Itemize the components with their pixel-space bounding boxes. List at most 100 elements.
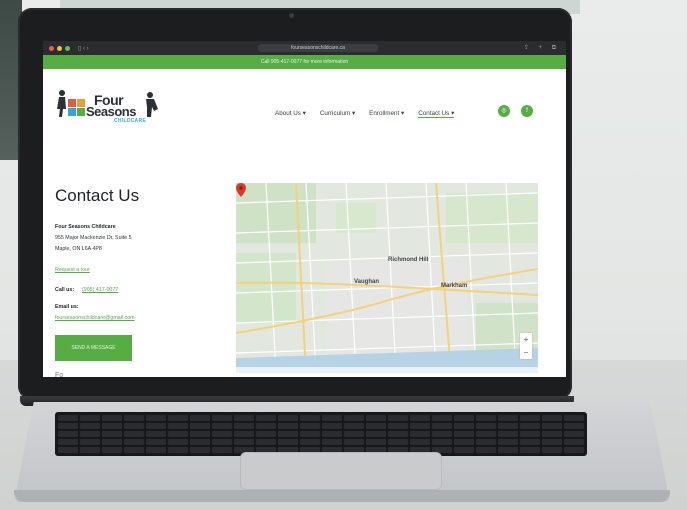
keyboard-key (344, 423, 364, 429)
keyboard-key (432, 431, 452, 437)
keyboard-key (80, 423, 100, 429)
zoom-out-button[interactable]: − (520, 346, 532, 359)
keyboard-key (124, 439, 144, 445)
map-label-richmond-hill: Richmond Hill (388, 257, 429, 263)
map-pin-icon[interactable] (236, 183, 246, 197)
business-name: Four Seasons Childcare (55, 224, 116, 230)
keyboard-key (168, 431, 188, 437)
keyboard-key (80, 431, 100, 437)
site-header: Four Seasons CHILDCARE About Us ▾ Curric… (43, 69, 566, 131)
keyboard-key (168, 423, 188, 429)
laptop-trackpad (240, 452, 442, 490)
keyboard-key (234, 439, 254, 445)
send-message-button[interactable]: SEND A MESSAGE (55, 335, 132, 361)
keyboard-key (102, 415, 122, 421)
main-nav: About Us ▾ Curriculum ▾ Enrollment ▾ Con… (275, 110, 455, 118)
keyboard-key (278, 439, 298, 445)
keyboard-key (212, 439, 232, 445)
keyboard-key (476, 447, 496, 453)
nav-item-about-us[interactable]: About Us ▾ (275, 110, 306, 118)
keyboard-key (542, 439, 562, 445)
map-label-vaughan: Vaughan (354, 279, 380, 285)
sidebar-icon[interactable]: ▯ ‹ › (78, 45, 89, 52)
keyboard-key (564, 423, 584, 429)
keyboard-key (168, 439, 188, 445)
nav-item-enrollment[interactable]: Enrollment ▾ (369, 110, 404, 118)
keyboard-key (388, 423, 408, 429)
logo-text-line2: Seasons (86, 104, 136, 119)
keyboard-key (344, 415, 364, 421)
keyboard-key (190, 447, 210, 453)
keyboard-key (102, 431, 122, 437)
nav-item-contact-us[interactable]: Contact Us ▾ (418, 110, 455, 118)
section-heading-partial: Fo (55, 372, 64, 377)
keyboard-key (476, 439, 496, 445)
keyboard-key (542, 415, 562, 421)
embedded-map[interactable]: Richmond Hill Vaughan Markham + − (236, 183, 538, 373)
address-line-1: 955 Major Mackenzie Dr, Suite 5 (55, 235, 132, 241)
webcam (289, 13, 294, 18)
keyboard-key (190, 439, 210, 445)
keyboard-key (300, 423, 320, 429)
address-bar[interactable]: fourseasonschildcare.ca (258, 44, 378, 52)
logo-subtitle: CHILDCARE (114, 118, 147, 124)
keyboard-key (190, 431, 210, 437)
keyboard-key (146, 431, 166, 437)
zoom-in-button[interactable]: + (520, 333, 532, 346)
instagram-icon[interactable]: ◎ (498, 105, 510, 117)
map-zoom-control[interactable]: + − (520, 333, 532, 359)
keyboard-key (344, 431, 364, 437)
keyboard-key (80, 415, 100, 421)
keyboard-key (278, 415, 298, 421)
keyboard-key (58, 415, 78, 421)
keyboard-key (520, 439, 540, 445)
keyboard-key (300, 439, 320, 445)
maximize-window-button[interactable] (65, 45, 70, 51)
keyboard-key (256, 423, 276, 429)
request-tour-link[interactable]: Request a tour (55, 267, 90, 273)
keyboard-key (212, 447, 232, 453)
keyboard-key (168, 447, 188, 453)
minimize-window-button[interactable] (57, 45, 62, 51)
keyboard-key (366, 415, 386, 421)
browser-actions[interactable]: ⇪ + ⧉ (524, 44, 560, 52)
keyboard-key (454, 431, 474, 437)
keyboard-key (146, 423, 166, 429)
keyboard-key (256, 431, 276, 437)
keyboard-key (256, 415, 276, 421)
keyboard-key (498, 415, 518, 421)
map-canvas (236, 183, 538, 373)
close-window-button[interactable] (49, 45, 54, 51)
keyboard-key (322, 415, 342, 421)
keyboard-key (542, 447, 562, 453)
keyboard-key (322, 423, 342, 429)
keyboard-key (256, 439, 276, 445)
site-logo[interactable]: Four Seasons CHILDCARE (54, 87, 164, 125)
keyboard-key (410, 431, 430, 437)
keyboard-key (564, 439, 584, 445)
keyboard-key (80, 447, 100, 453)
address-line-2: Maple, ON L6A 4P8 (55, 246, 102, 252)
keyboard-key (278, 431, 298, 437)
keyboard-key (212, 431, 232, 437)
email-link[interactable]: fourseasonschildcare@gmail.com (55, 315, 135, 321)
keyboard-key (234, 431, 254, 437)
keyboard-key (498, 439, 518, 445)
keyboard-key (410, 415, 430, 421)
keyboard-key (124, 447, 144, 453)
keyboard-key (234, 415, 254, 421)
keyboard-key (432, 439, 452, 445)
nav-item-curriculum[interactable]: Curriculum ▾ (320, 110, 355, 118)
keyboard-key (344, 439, 364, 445)
keyboard-key (366, 439, 386, 445)
window-controls[interactable] (49, 45, 70, 51)
map-attribution-bar (236, 367, 538, 373)
map-label-markham: Markham (441, 283, 468, 289)
facebook-icon[interactable]: f (521, 105, 533, 117)
keyboard-key (58, 439, 78, 445)
keyboard-key (388, 431, 408, 437)
keyboard-key (498, 423, 518, 429)
laptop-screen: ▯ ‹ › fourseasonschildcare.ca ⇪ + ⧉ Call… (43, 41, 566, 377)
call-label: Call us: (55, 287, 75, 293)
phone-link[interactable]: (905) 417-0077 (82, 287, 118, 293)
